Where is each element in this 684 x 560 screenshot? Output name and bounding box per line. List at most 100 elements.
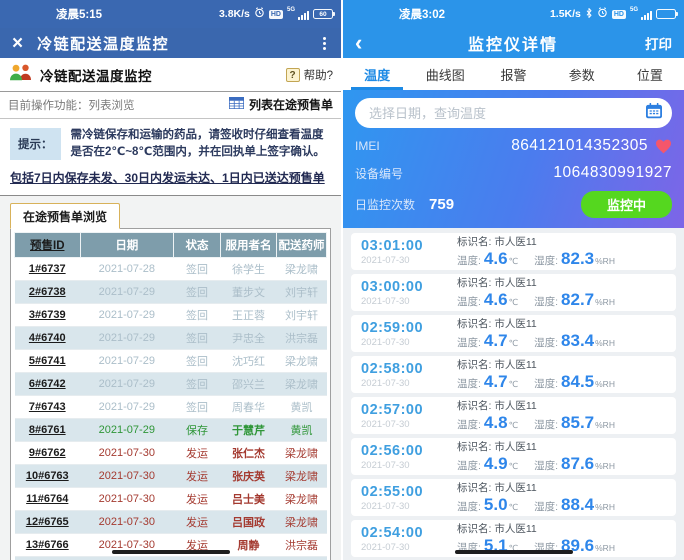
left-net-speed: 3.8K/s [219, 8, 250, 20]
status-cell: 签回 [174, 349, 221, 372]
presale-id-link[interactable]: 4#6740 [15, 326, 81, 349]
reading-values-block: 标识名: 市人医11 温度: 4.7 ℃ 湿度: 83.4 %RH [453, 316, 666, 351]
humidity-label: 湿度: [534, 335, 558, 350]
calendar-icon[interactable] [645, 103, 663, 124]
patient-cell: 赵子凯 [220, 556, 276, 560]
reading-card: 02:57:00 2021-07-30 标识名: 市人医11 温度: 4.8 ℃… [351, 397, 676, 434]
table-row: 6#6742 2021-07-29 签回 邵兴兰 梁龙啸 [15, 372, 327, 395]
pharmacist-cell: 梁龙啸 [277, 257, 327, 280]
pharmacist-cell: 黄凯 [277, 418, 327, 441]
close-icon[interactable]: × [12, 34, 23, 53]
presale-id-link[interactable]: 9#6762 [15, 441, 81, 464]
reading-date: 2021-07-30 [361, 542, 453, 553]
home-indicator[interactable] [455, 550, 573, 554]
presale-id-link[interactable]: 10#6763 [15, 464, 81, 487]
table-row: 10#6763 2021-07-30 发运 张庆英 梁龙啸 [15, 464, 327, 487]
hint-box: 提示： 需冷链保存和运输的药品，请签收时仔细查看温度是否在2℃~8℃范围内，并在… [0, 119, 341, 168]
date-search-input[interactable] [369, 106, 645, 121]
humidity-label: 湿度: [534, 253, 558, 268]
bluetooth-icon [585, 7, 593, 22]
presale-id-link[interactable]: 8#6761 [15, 418, 81, 441]
back-icon[interactable]: ‹ [355, 30, 381, 56]
presale-id-link[interactable]: 5#6741 [15, 349, 81, 372]
home-indicator[interactable] [112, 550, 230, 554]
left-content: 冷链配送温度监控 ? 帮助? 目前操作功能：列表浏览 列表在途预售单 提示： 需… [0, 58, 341, 196]
monitoring-status-badge[interactable]: 监控中 [581, 191, 672, 218]
table-grid-icon [229, 97, 244, 112]
device-sn-label: 设备编号 [355, 165, 403, 182]
detail-page-title: 监控仪详情 [381, 31, 645, 55]
detail-tab[interactable]: 报警 [479, 58, 547, 90]
header-status: 状态 [174, 232, 221, 257]
temp-value: 4.9 [484, 454, 508, 474]
reading-date: 2021-07-30 [361, 501, 453, 512]
tab-presale-browse[interactable]: 在途预售单浏览 [10, 203, 120, 229]
presale-id-link[interactable]: 1#6737 [15, 257, 81, 280]
presale-table-body: 1#6737 2021-07-28 签回 徐学生 梁龙啸 2#6738 2021… [15, 257, 327, 560]
status-cell: 保存 [174, 418, 221, 441]
patient-cell: 于慧芹 [220, 418, 276, 441]
table-header-row: 预售ID 日期 状态 服用者名 配送药师 [15, 232, 327, 257]
presale-id-link[interactable]: 6#6742 [15, 372, 81, 395]
date-cell: 2021-07-30 [80, 556, 174, 560]
presale-id-link[interactable]: 3#6739 [15, 303, 81, 326]
pharmacist-cell: 刘宇轩 [277, 303, 327, 326]
status-cell: 签回 [174, 280, 221, 303]
date-cell: 2021-07-29 [80, 395, 174, 418]
presale-table: 预售ID 日期 状态 服用者名 配送药师 1#6737 2021-07-28 签… [14, 232, 327, 560]
left-status-bar: 凌晨5:15 3.8K/s HD 5G 60 [0, 0, 341, 28]
help-button[interactable]: ? 帮助? [286, 67, 333, 83]
left-nav-bar: × 冷链配送温度监控 [0, 28, 341, 58]
kebab-menu-icon[interactable] [320, 34, 329, 53]
date-cell: 2021-07-29 [80, 280, 174, 303]
print-button[interactable]: 打印 [645, 33, 672, 53]
imei-row: IMEI 864121014352305 [355, 137, 672, 155]
temp-unit: ℃ [509, 461, 519, 472]
temp-value: 5.0 [484, 495, 508, 515]
table-row: 4#6740 2021-07-29 签回 尹忠全 洪宗磊 [15, 326, 327, 349]
detail-tab[interactable]: 参数 [548, 58, 616, 90]
presale-id-link[interactable]: 2#6738 [15, 280, 81, 303]
presale-id-link[interactable]: 13#6766 [15, 533, 81, 556]
temp-value: 4.6 [484, 290, 508, 310]
temp-unit: ℃ [509, 297, 519, 308]
detail-tab[interactable]: 位置 [616, 58, 684, 90]
detail-tab[interactable]: 曲线图 [411, 58, 479, 90]
table-row: 8#6761 2021-07-29 保存 于慧芹 黄凯 [15, 418, 327, 441]
status-cell: 签回 [174, 257, 221, 280]
pharmacist-cell: 刘宇轩 [277, 280, 327, 303]
imei-value: 864121014352305 [511, 137, 648, 155]
heart-icon[interactable] [655, 139, 672, 154]
date-cell: 2021-07-28 [80, 257, 174, 280]
pharmacist-cell: 黄凯 [277, 395, 327, 418]
battery-icon [656, 9, 676, 19]
presale-id-link[interactable]: 7#6743 [15, 395, 81, 418]
right-status-bar: 凌晨3:02 1.5K/s HD 5G [343, 0, 684, 28]
temp-label: 温度: [457, 417, 481, 432]
date-cell: 2021-07-29 [80, 303, 174, 326]
reading-date: 2021-07-30 [361, 419, 453, 430]
presale-id-link[interactable]: 12#6765 [15, 510, 81, 533]
status-cell: 发运 [174, 487, 221, 510]
date-cell: 2021-07-29 [80, 372, 174, 395]
table-row: 12#6765 2021-07-30 发运 吕国政 梁龙啸 [15, 510, 327, 533]
presale-id-link[interactable]: 14#6767 [15, 556, 81, 560]
right-net-speed: 1.5K/s [550, 8, 581, 20]
temp-unit: ℃ [509, 338, 519, 349]
list-presale-action[interactable]: 列表在途预售单 [229, 96, 333, 113]
presale-id-link[interactable]: 11#6764 [15, 487, 81, 510]
right-status-time: 凌晨3:02 [399, 6, 445, 22]
table-row: 14#6767 2021-07-30 发运 赵子凯 洪宗磊 [15, 556, 327, 560]
reading-time-block: 02:57:00 2021-07-30 [361, 402, 453, 430]
pharmacist-cell: 梁龙啸 [277, 510, 327, 533]
alarm-clock-icon [597, 7, 608, 21]
reading-card: 03:00:00 2021-07-30 标识名: 市人医11 温度: 4.6 ℃… [351, 274, 676, 311]
reading-tag: 标识名: 市人医11 [457, 275, 666, 290]
filter-link[interactable]: 包括7日内保存未发、30日内发运未达、1日内已送达预售单 [10, 171, 325, 185]
reading-date: 2021-07-30 [361, 255, 453, 266]
detail-tab[interactable]: 温度 [343, 58, 411, 90]
date-cell: 2021-07-29 [80, 326, 174, 349]
operation-row: 目前操作功能：列表浏览 列表在途预售单 [0, 92, 341, 119]
pharmacist-cell: 梁龙啸 [277, 464, 327, 487]
filter-link-row: 包括7日内保存未发、30日内发运未达、1日内已送达预售单 [0, 168, 341, 196]
